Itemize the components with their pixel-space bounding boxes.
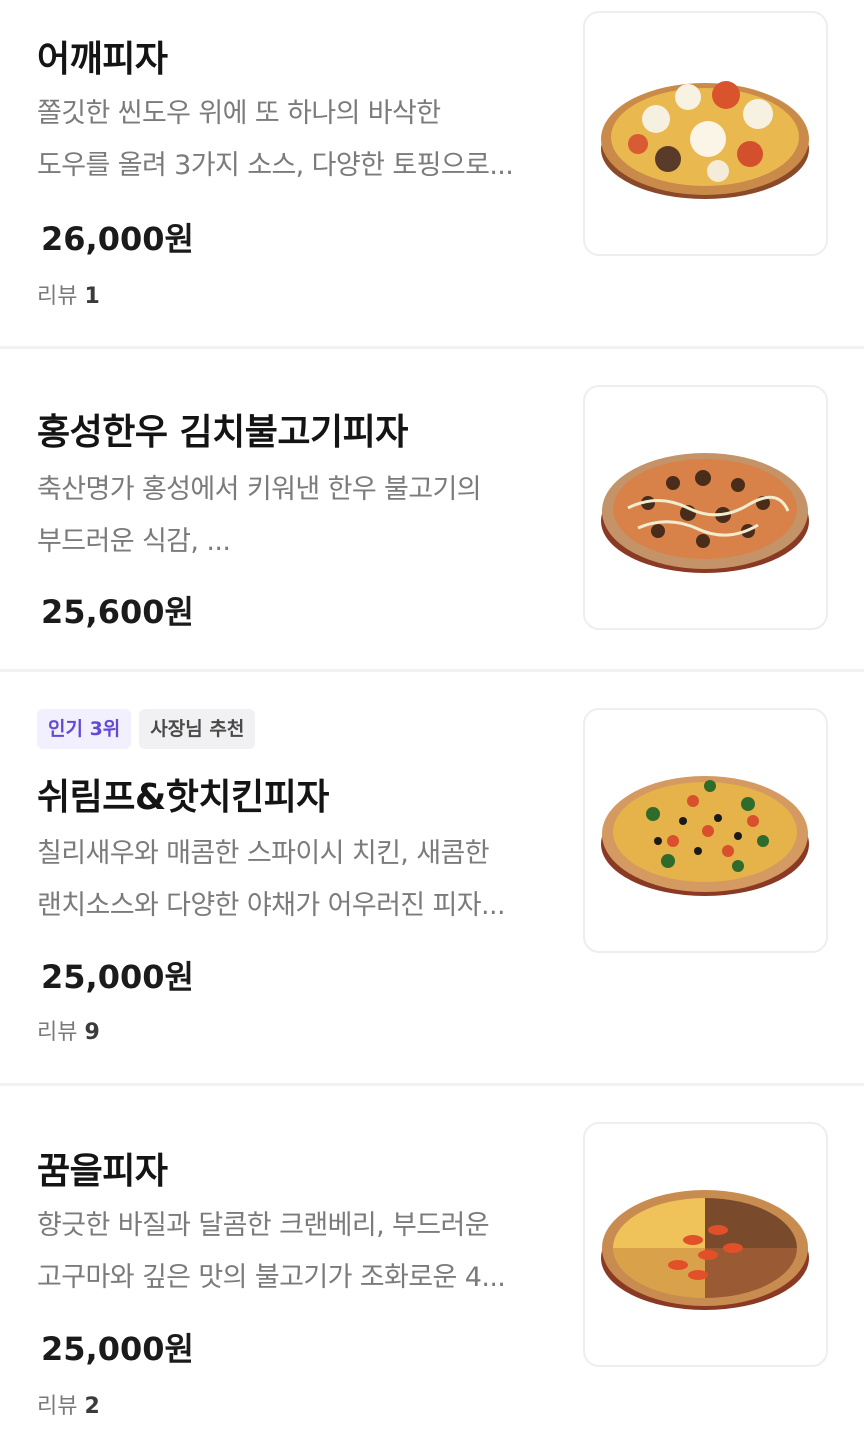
menu-item-description: 쫄깃한 씬도우 위에 또 하나의 바삭한 도우를 올려 3가지 소스, 다양한 … <box>37 98 514 181</box>
menu-list: 어깨피자 쫄깃한 씬도우 위에 또 하나의 바삭한 도우를 올려 3가지 소스,… <box>0 0 864 1434</box>
badge-group: 인기 3위 사장님 추천 <box>37 709 256 749</box>
menu-item-name: 쉬림프&핫치킨피자 <box>37 777 329 818</box>
menu-item-price: 26,000원 <box>41 220 194 258</box>
pizza-icon <box>601 1189 809 1310</box>
menu-item-shoulder-pizza[interactable]: 어깨피자 쫄깃한 씬도우 위에 또 하나의 바삭한 도우를 올려 3가지 소스,… <box>0 0 864 349</box>
menu-item-shrimp-hot-chicken-pizza[interactable]: 인기 3위 사장님 추천 쉬림프&핫치킨피자 칠리새우와 매콤한 스파이시 치킨… <box>0 672 864 1086</box>
menu-item-name: 꿈을피자 <box>37 1151 168 1192</box>
menu-item-description: 향긋한 바질과 달콤한 크랜베리, 부드러운 고구마와 깊은 맛의 불고기가 조… <box>37 1210 506 1293</box>
menu-item-price: 25,600원 <box>41 593 194 631</box>
pizza-image <box>583 708 828 953</box>
owner-recommend-badge: 사장님 추천 <box>139 709 256 749</box>
menu-item-hongseong-hanwoo-pizza[interactable]: 홍성한우 김치불고기피자 축산명가 홍성에서 키워낸 한우 불고기의 부드러운 … <box>0 349 864 672</box>
menu-item-reviews: 리뷰 9 <box>37 1020 100 1045</box>
menu-item-price: 25,000원 <box>41 1330 194 1368</box>
pizza-icon <box>601 80 809 199</box>
popularity-badge: 인기 3위 <box>37 709 132 749</box>
pizza-icon <box>601 775 809 896</box>
menu-item-reviews: 리뷰 2 <box>37 1394 100 1419</box>
menu-item-name: 홍성한우 김치불고기피자 <box>37 412 408 453</box>
menu-item-description: 축산명가 홍성에서 키워낸 한우 불고기의 부드러운 식감, ... <box>37 474 482 557</box>
pizza-image <box>583 1122 828 1367</box>
pizza-icon <box>601 452 809 573</box>
menu-item-reviews: 리뷰 1 <box>37 284 100 309</box>
pizza-image <box>583 385 828 630</box>
pizza-image <box>583 11 828 256</box>
menu-item-price: 25,000원 <box>41 958 194 996</box>
menu-item-name: 어깨피자 <box>37 39 168 80</box>
menu-item-description: 칠리새우와 매콤한 스파이시 치킨, 새콤한 랜치소스와 다양한 야채가 어우러… <box>37 838 506 921</box>
menu-item-dream-pizza[interactable]: 꿈을피자 향긋한 바질과 달콤한 크랜베리, 부드러운 고구마와 깊은 맛의 불… <box>0 1086 864 1434</box>
